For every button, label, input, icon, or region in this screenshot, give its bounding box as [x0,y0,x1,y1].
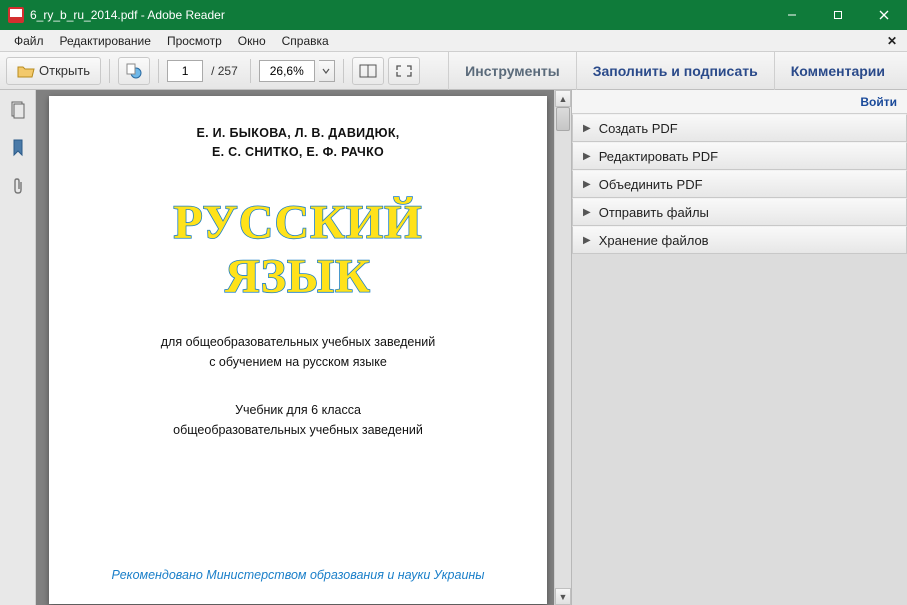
close-icon [879,10,889,20]
folder-open-icon [17,64,35,78]
bookmark-icon [11,139,25,157]
minimize-button[interactable] [769,0,815,30]
page-thumbnails-icon [10,101,26,119]
zoom-dropdown[interactable] [319,60,335,82]
window-controls [769,0,907,30]
scroll-track[interactable] [555,107,571,588]
create-pdf-button[interactable] [118,57,150,85]
open-label: Открыть [39,63,90,78]
recommended-line: Рекомендовано Министерством образования … [49,568,547,582]
fullscreen-button[interactable] [388,57,420,85]
fullscreen-icon [395,64,413,78]
chevron-right-icon: ▶ [583,151,591,162]
zoom-input[interactable] [259,60,315,82]
menu-window[interactable]: Окно [230,32,274,50]
panel-item-create-pdf[interactable]: ▶ Создать PDF [572,114,907,142]
main-area: Е. И. БЫКОВА, Л. В. ДАВИДЮК, Е. С. СНИТК… [0,90,907,605]
tools-side-panel: Войти ▶ Создать PDF ▶ Редактировать PDF … [571,90,907,605]
paperclip-icon [11,177,25,195]
scroll-thumb[interactable] [556,107,570,131]
authors: Е. И. БЫКОВА, Л. В. ДАВИДЮК, Е. С. СНИТК… [79,124,517,162]
separator [158,59,159,83]
menu-view[interactable]: Просмотр [159,32,230,50]
toolbar-panel-tabs: Инструменты Заполнить и подписать Коммен… [448,52,901,90]
window-titlebar: 6_ry_b_ru_2014.pdf - Adobe Reader [0,0,907,30]
subtitle1a: для общеобразовательных учебных заведени… [79,332,517,352]
document-viewer: Е. И. БЫКОВА, Л. В. ДАВИДЮК, Е. С. СНИТК… [36,90,571,605]
panel-item-label: Объединить PDF [599,177,703,192]
panel-item-label: Отправить файлы [599,205,709,220]
login-link[interactable]: Войти [572,90,907,114]
menu-file[interactable]: Файл [6,32,52,50]
panel-item-label: Хранение файлов [599,233,709,248]
left-nav-rail [0,90,36,605]
open-button[interactable]: Открыть [6,57,101,85]
subtitle-block-2: Учебник для 6 класса общеобразовательных… [79,400,517,440]
panel-item-send-files[interactable]: ▶ Отправить файлы [572,198,907,226]
chevron-right-icon: ▶ [583,235,591,246]
panel-item-label: Создать PDF [599,121,678,136]
menu-document-close[interactable]: ✕ [883,34,901,48]
separator [343,59,344,83]
chevron-right-icon: ▶ [583,179,591,190]
page-number-input[interactable] [167,60,203,82]
authors-line2: Е. С. СНИТКО, Е. Ф. РАЧКО [79,143,517,162]
minimize-icon [787,10,797,20]
pdf-page: Е. И. БЫКОВА, Л. В. ДАВИДЮК, Е. С. СНИТК… [49,96,547,604]
app-icon [8,7,24,23]
panel-item-label: Редактировать PDF [599,149,718,164]
bookmarks-button[interactable] [6,136,30,160]
toolbar: Открыть / 257 Инструменты Заполнить и по… [0,52,907,90]
menubar: Файл Редактирование Просмотр Окно Справк… [0,30,907,52]
book-title-line2: ЯЗЫК [79,252,517,302]
attachments-button[interactable] [6,174,30,198]
maximize-button[interactable] [815,0,861,30]
read-mode-icon [359,64,377,78]
subtitle2a: Учебник для 6 класса [79,400,517,420]
book-title-line1: РУССКИЙ [79,198,517,248]
subtitle-block-1: для общеобразовательных учебных заведени… [79,332,517,372]
side-panel-empty [572,254,907,605]
scroll-down-button[interactable]: ▼ [555,588,571,605]
read-mode-button[interactable] [352,57,384,85]
chevron-right-icon: ▶ [583,123,591,134]
menu-edit[interactable]: Редактирование [52,32,159,50]
subtitle2b: общеобразовательных учебных заведений [79,420,517,440]
page-total: / 257 [207,64,242,78]
separator [109,59,110,83]
vertical-scrollbar[interactable]: ▲ ▼ [554,90,571,605]
window-title: 6_ry_b_ru_2014.pdf - Adobe Reader [30,8,769,22]
panel-item-combine-pdf[interactable]: ▶ Объединить PDF [572,170,907,198]
separator [250,59,251,83]
document-scroll-area[interactable]: Е. И. БЫКОВА, Л. В. ДАВИДЮК, Е. С. СНИТК… [36,90,554,605]
tab-tools[interactable]: Инструменты [448,52,576,90]
subtitle1b: с обучением на русском языке [79,352,517,372]
authors-line1: Е. И. БЫКОВА, Л. В. ДАВИДЮК, [79,124,517,143]
tab-comments[interactable]: Комментарии [774,52,901,90]
maximize-icon [833,10,843,20]
pdf-globe-icon [125,62,143,80]
chevron-down-icon [322,68,330,74]
scroll-up-button[interactable]: ▲ [555,90,571,107]
panel-item-file-storage[interactable]: ▶ Хранение файлов [572,226,907,254]
menu-help[interactable]: Справка [274,32,337,50]
panel-item-edit-pdf[interactable]: ▶ Редактировать PDF [572,142,907,170]
tab-fill-sign[interactable]: Заполнить и подписать [576,52,774,90]
close-button[interactable] [861,0,907,30]
thumbnails-button[interactable] [6,98,30,122]
chevron-right-icon: ▶ [583,207,591,218]
